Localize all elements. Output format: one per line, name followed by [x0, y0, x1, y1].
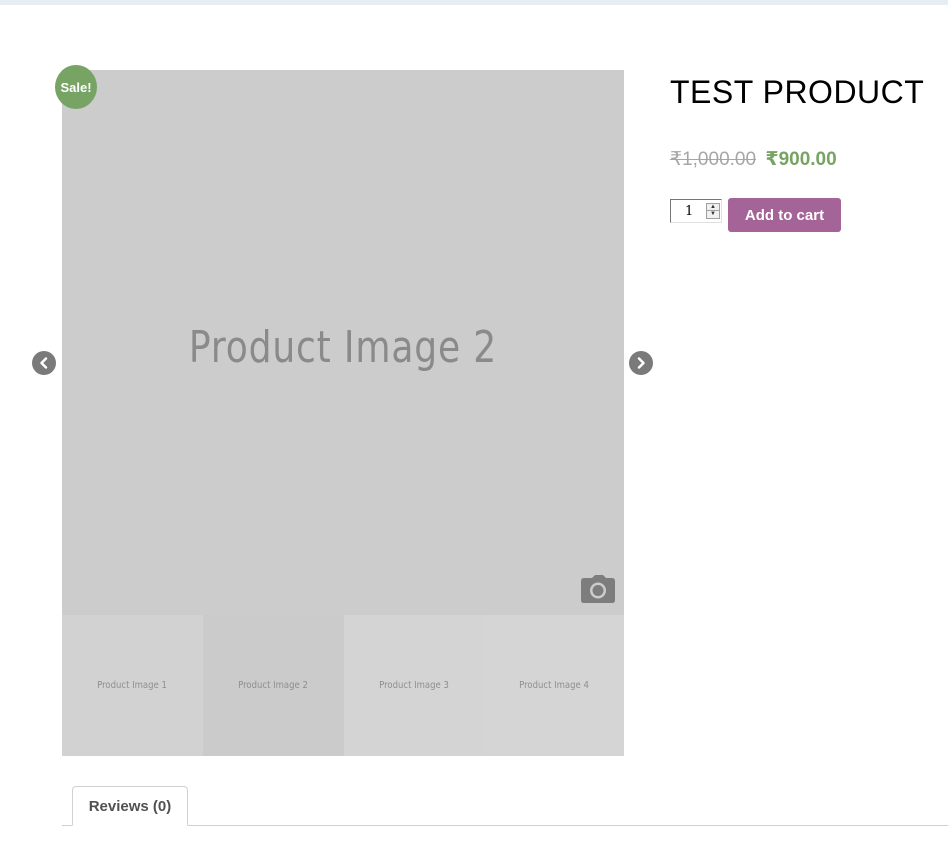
thumbnail-3[interactable]: Product Image 3 — [344, 615, 485, 756]
product-title: TEST PRODUCT — [670, 74, 925, 110]
quantity-value: 1 — [685, 204, 694, 219]
chevron-left-icon — [40, 357, 48, 369]
add-to-cart-button[interactable]: Add to cart — [728, 198, 841, 232]
main-product-image[interactable]: Product Image 2 — [62, 70, 624, 615]
quantity-stepper[interactable]: 1 ▲ ▼ — [670, 199, 722, 223]
gallery-prev-button[interactable] — [32, 351, 56, 375]
thumbnail-2[interactable]: Product Image 2 — [203, 615, 344, 756]
spin-up-icon[interactable]: ▲ — [707, 204, 719, 211]
tab-reviews[interactable]: Reviews (0) — [72, 786, 188, 826]
thumbnail-label: Product Image 1 — [97, 680, 168, 691]
tabs-divider — [62, 825, 948, 826]
main-image-placeholder-text: Product Image 2 — [188, 322, 498, 373]
regular-price: ₹1,000.00 — [670, 149, 757, 170]
thumbnail-strip: Product Image 1 Product Image 2 Product … — [62, 615, 624, 756]
product-gallery: Product Image 2 Product Image 1 Product … — [62, 70, 624, 756]
top-bar — [0, 0, 948, 5]
gallery-next-button[interactable] — [629, 351, 653, 375]
thumbnail-4[interactable]: Product Image 4 — [485, 615, 624, 756]
thumbnail-label: Product Image 4 — [519, 680, 590, 691]
price: ₹1,000.00 ₹900.00 — [670, 148, 837, 171]
quantity-spinner[interactable]: ▲ ▼ — [706, 203, 720, 219]
spin-down-icon[interactable]: ▼ — [707, 211, 719, 218]
chevron-right-icon — [637, 357, 645, 369]
thumbnail-label: Product Image 2 — [238, 680, 309, 691]
camera-icon[interactable] — [581, 575, 615, 603]
sale-price: ₹900.00 — [765, 149, 837, 170]
sale-badge: Sale! — [55, 65, 97, 109]
thumbnail-1[interactable]: Product Image 1 — [62, 615, 203, 756]
thumbnail-label: Product Image 3 — [379, 680, 450, 691]
